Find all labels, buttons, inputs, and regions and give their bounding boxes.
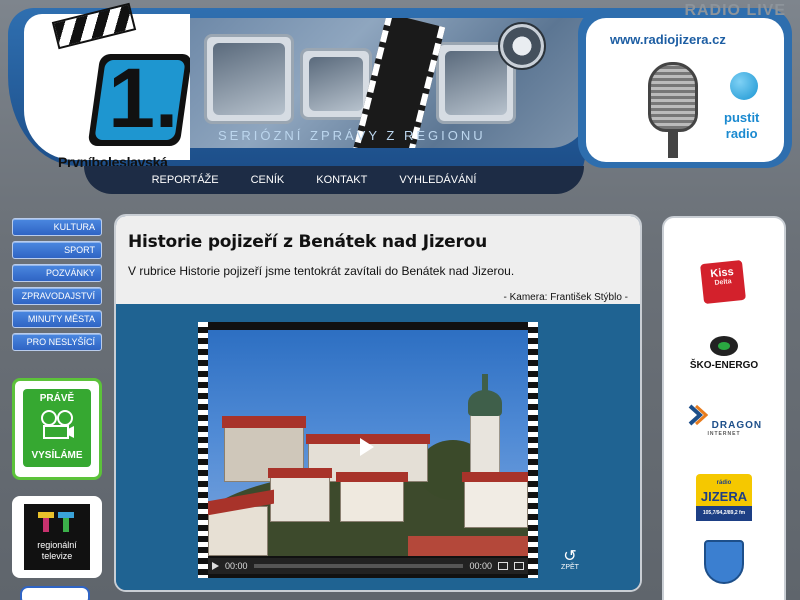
film-reel-icon (498, 22, 546, 70)
dragon-logo-icon (688, 404, 709, 426)
camera-reel-icon (41, 410, 74, 439)
nav-cenik[interactable]: CENÍK (251, 174, 285, 186)
sponsor-kiss-delta[interactable]: Kiss Delta (700, 259, 746, 305)
logo-badge: 1. (87, 51, 193, 146)
on-air-banner[interactable]: PRÁVĚ VYSÍLÁME (12, 378, 102, 480)
menu-sport[interactable]: SPORT (12, 241, 102, 259)
sponsor-radio-jizera[interactable]: rádio JIZERA 105,7/94,2/89,2 fm (696, 474, 752, 521)
category-menu: KULTURA SPORT POZVÁNKY ZPRAVODAJSTVÍ MIN… (12, 218, 102, 356)
film-perforation (198, 322, 208, 578)
onair-line1: PRÁVĚ (39, 393, 75, 404)
play-radio-button[interactable] (730, 72, 758, 100)
seek-bar[interactable] (253, 564, 464, 568)
tv-icon (204, 34, 294, 124)
film-perforation (528, 322, 538, 578)
regional-tv-banner[interactable]: regionální televize (12, 496, 102, 578)
article-header: Historie pojizeří z Benátek nad Jizerou … (116, 216, 640, 304)
partial-banner[interactable] (20, 586, 90, 600)
video-thumbnail[interactable] (208, 330, 528, 556)
rt-logo-icon (38, 512, 74, 532)
play-icon[interactable] (212, 562, 219, 570)
main-nav: REPORTÁŽE CENÍK KONTAKT VYHLEDÁVÁNÍ (84, 166, 584, 194)
onair-line2: VYSÍLÁME (31, 450, 83, 461)
microphone-icon (648, 62, 698, 132)
play-radio-label[interactable]: pustit radio (724, 110, 759, 142)
logo-number: 1. (108, 51, 179, 145)
site-header: 1. Prvníboleslavská SERIÓZNÍ ZPRÁVY Z RE… (0, 0, 800, 200)
video-area: 00:00 00:00 ↺ ZPĚT (116, 304, 640, 590)
menu-minuty-mesta[interactable]: MINUTY MĚSTA (12, 310, 102, 328)
article-description: V rubrice Historie pojizeří jsme tentokr… (128, 264, 515, 278)
time-total: 00:00 (469, 561, 492, 571)
player-controls: 00:00 00:00 (208, 558, 528, 574)
menu-pozvanky[interactable]: POZVÁNKY (12, 264, 102, 282)
tagline: SERIÓZNÍ ZPRÁVY Z REGIONU (218, 128, 486, 143)
tv-icon (300, 48, 372, 120)
article-panel: Historie pojizeří z Benátek nad Jizerou … (114, 214, 642, 592)
radio-url-link[interactable]: www.radiojizera.cz (610, 32, 726, 47)
sko-logo-icon (710, 336, 738, 356)
menu-pro-neslysici[interactable]: PRO NESLYŠÍCÍ (12, 333, 102, 351)
nav-reportaze[interactable]: REPORTÁŽE (152, 174, 219, 186)
article-credit: - Kamera: František Stýblo - (503, 292, 628, 303)
back-button[interactable]: ↺ ZPĚT (558, 548, 582, 572)
article-title: Historie pojizeří z Benátek nad Jizerou (128, 232, 488, 252)
volume-icon[interactable] (514, 562, 524, 570)
back-arrow-icon: ↺ (563, 548, 577, 565)
regional-line2: televize (41, 551, 73, 561)
radio-panel: RADIO LIVE www.radiojizera.cz pustit rad… (578, 2, 792, 168)
sponsor-sko-energo[interactable]: ŠKO-ENERGO (664, 336, 784, 371)
city-coat-of-arms-icon[interactable] (704, 540, 744, 584)
video-player[interactable]: 00:00 00:00 (198, 322, 538, 578)
sponsors-panel: Kiss Delta ŠKO-ENERGO DRAGON INTERNET rá… (662, 216, 786, 600)
fullscreen-icon[interactable] (498, 562, 508, 570)
menu-zpravodajstvi[interactable]: ZPRAVODAJSTVÍ (12, 287, 102, 305)
nav-kontakt[interactable]: KONTAKT (316, 174, 367, 186)
site-logo[interactable]: 1. Prvníboleslavská (24, 2, 193, 170)
menu-kultura[interactable]: KULTURA (12, 218, 102, 236)
sponsor-dragon[interactable]: DRAGON INTERNET (664, 404, 784, 437)
time-current: 00:00 (225, 561, 248, 571)
regional-line1: regionální (37, 540, 77, 550)
play-overlay-icon[interactable] (360, 438, 374, 456)
nav-vyhledavani[interactable]: VYHLEDÁVÁNÍ (399, 174, 476, 186)
back-label: ZPĚT (561, 564, 579, 571)
